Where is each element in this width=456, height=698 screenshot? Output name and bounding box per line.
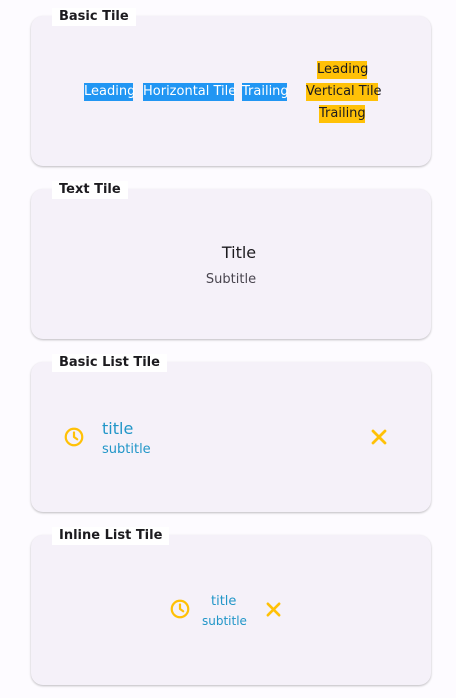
- inline-list-tile-label: Inline List Tile: [52, 527, 170, 545]
- basic-tile-label: Basic Tile: [52, 8, 136, 26]
- clock-icon: [64, 427, 84, 447]
- close-icon[interactable]: [370, 428, 388, 446]
- basic-list-tile-title: title: [102, 419, 134, 438]
- text-tile-title: Title: [221, 243, 257, 262]
- horizontal-trailing: Trailing: [242, 83, 289, 101]
- text-tile-subtitle: Subtitle: [205, 272, 257, 287]
- basic-list-tile-label: Basic List Tile: [52, 354, 167, 372]
- vertical-title: Vertical Tile: [306, 83, 382, 101]
- inline-list-tile-title: title: [211, 594, 237, 609]
- horizontal-leading: Leading: [84, 83, 136, 101]
- basic-list-tile-subtitle: subtitle: [102, 442, 151, 457]
- vertical-trailing: Trailing: [319, 105, 366, 123]
- horizontal-title: Horizontal Tile: [143, 83, 237, 101]
- close-icon[interactable]: [265, 601, 282, 618]
- text-tile-label: Text Tile: [52, 181, 128, 199]
- inline-list-tile-card: Inline List Tile: [31, 527, 431, 685]
- text-tile-card: Text Tile: [31, 181, 431, 339]
- clock-icon: [170, 599, 190, 619]
- inline-list-tile-subtitle: subtitle: [202, 614, 247, 628]
- vertical-leading: Leading: [317, 61, 369, 79]
